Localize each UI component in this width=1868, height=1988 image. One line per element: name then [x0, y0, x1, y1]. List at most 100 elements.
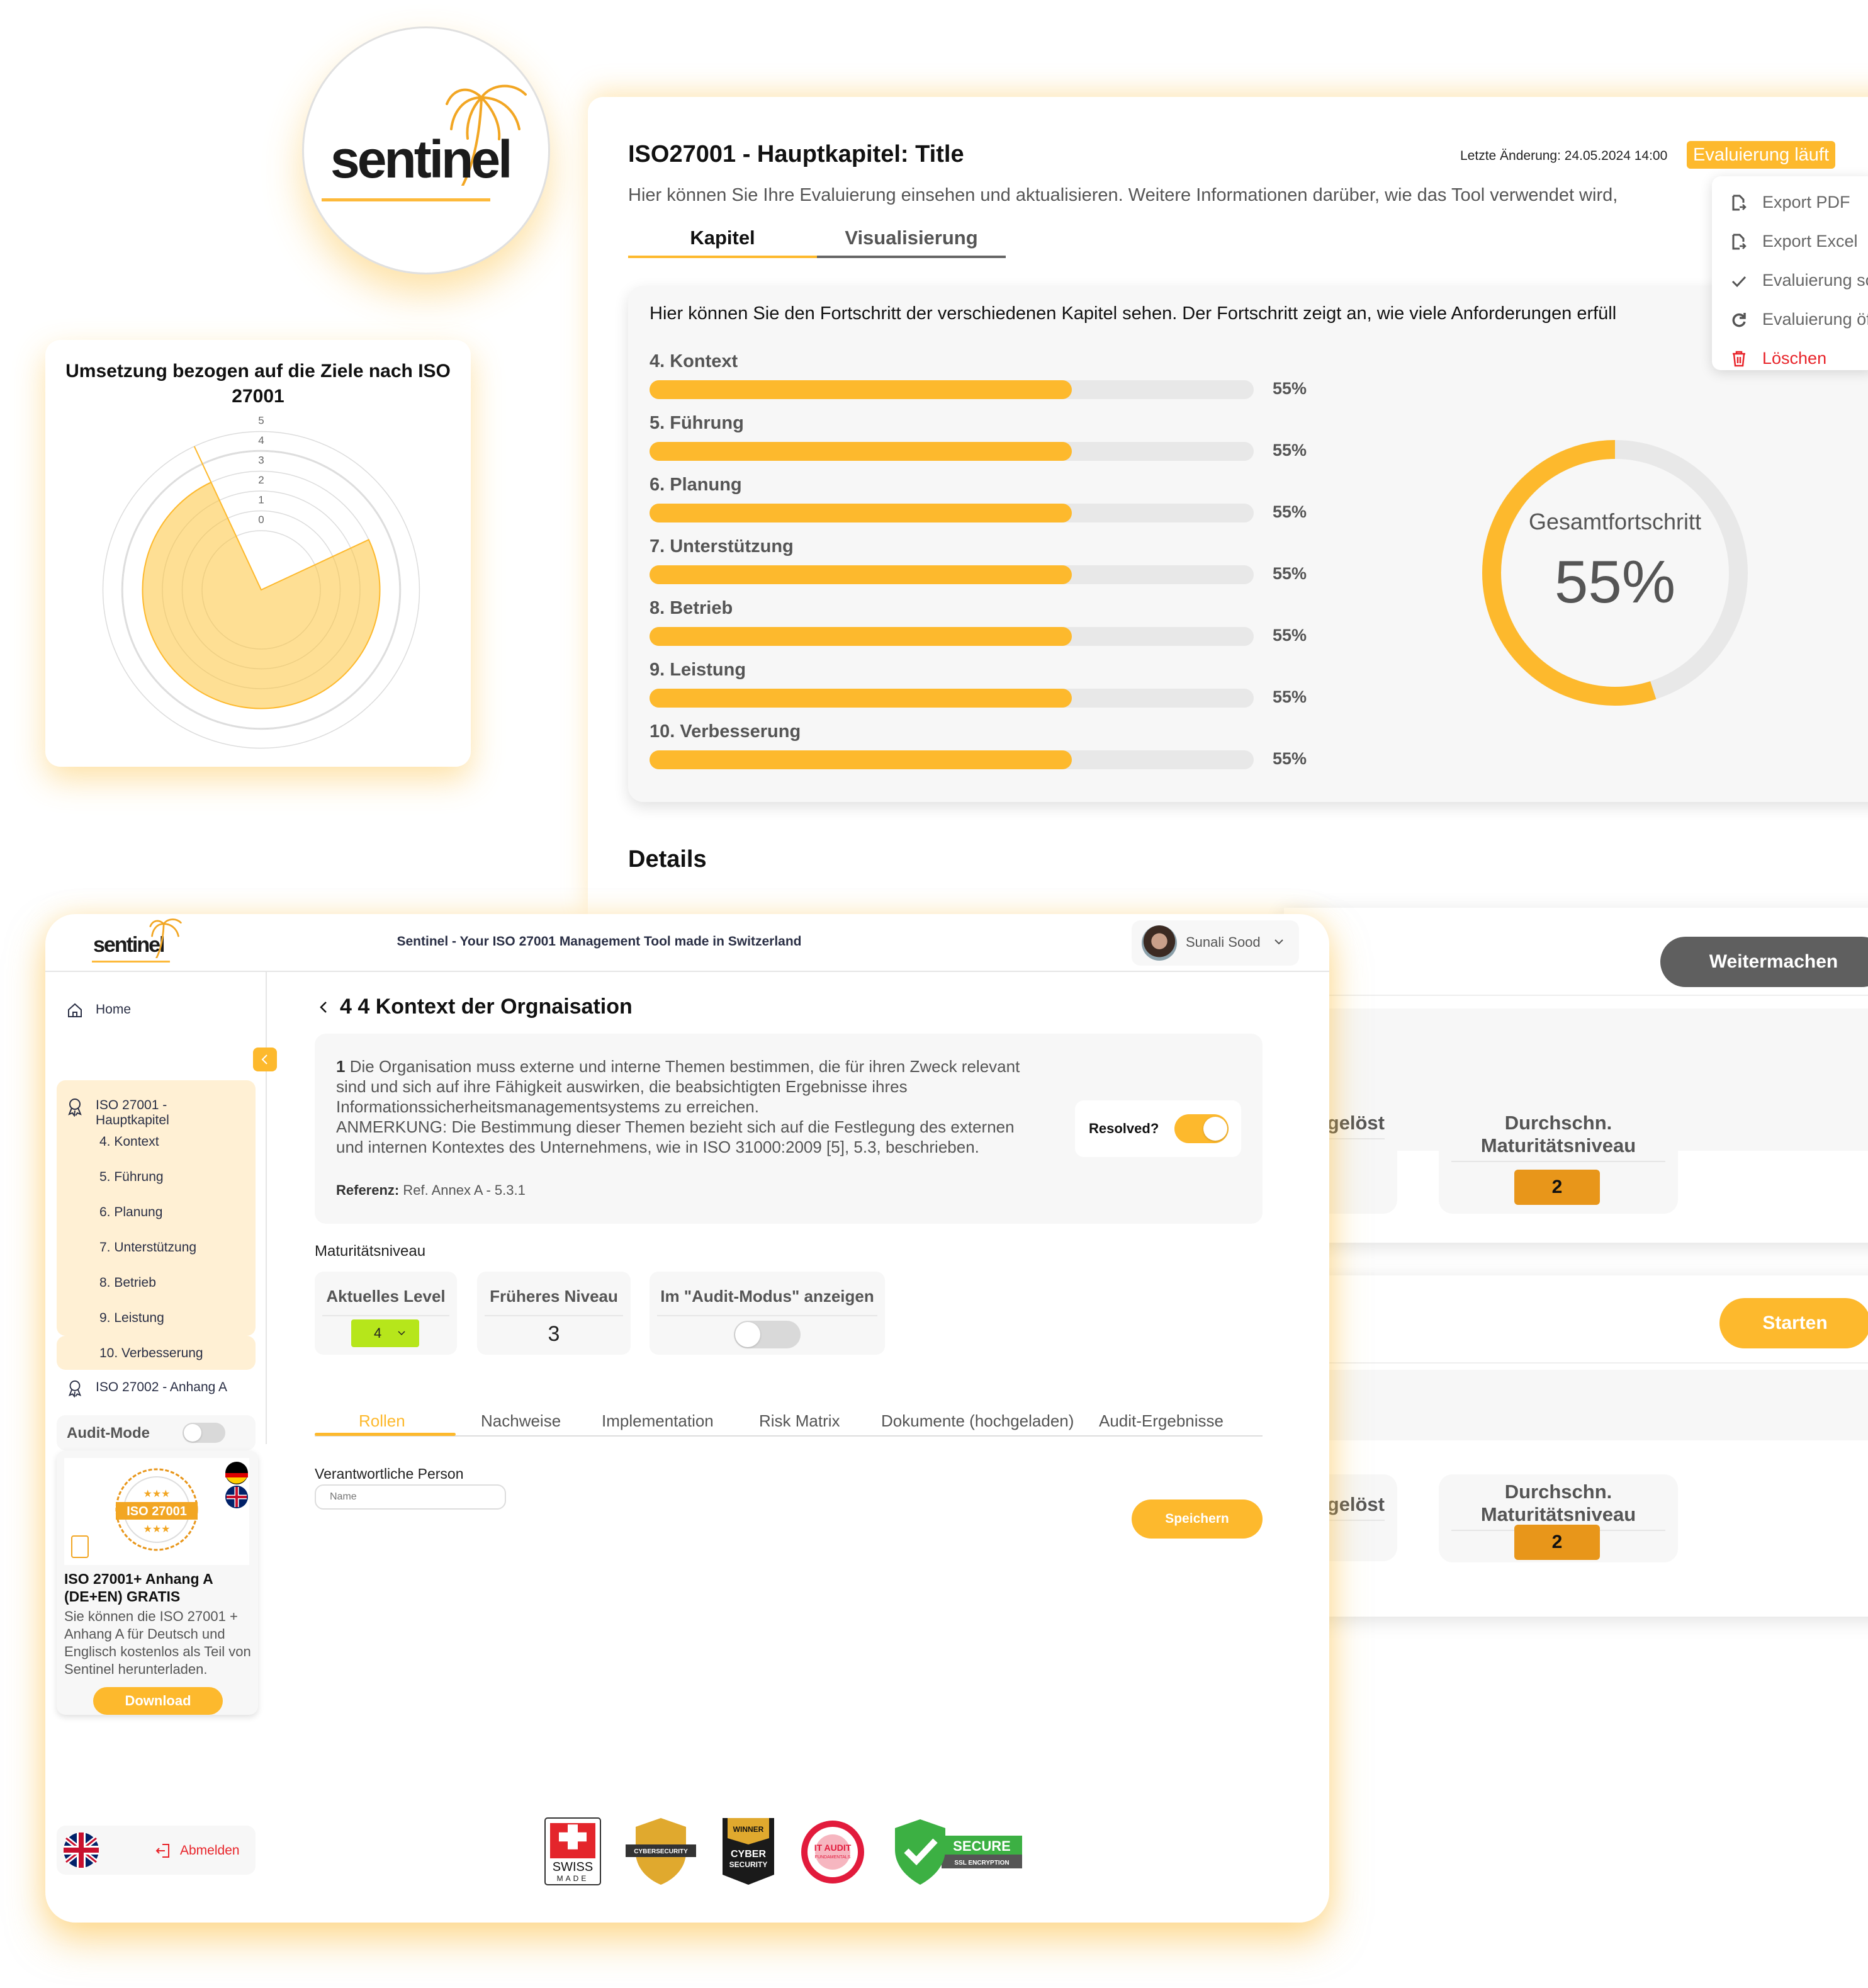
seal-text: ISO 27001	[127, 1505, 187, 1518]
audit-show-card: Im "Audit-Modus" anzeigen	[650, 1272, 885, 1355]
overall-progress-value: 55%	[1554, 548, 1676, 616]
responsible-person-label: Verantwortliche Person	[315, 1466, 464, 1482]
sidebar-subitem[interactable]: 5. Führung	[99, 1170, 164, 1185]
menu-item-label: Evaluierung sc	[1762, 271, 1868, 290]
evaluation-panel: ISO27001 - Hauptkapitel: Title Letzte Än…	[588, 97, 1868, 915]
svg-text:MADE: MADE	[557, 1874, 589, 1883]
user-menu[interactable]: Sunali Sood	[1132, 920, 1299, 966]
responsible-person-input[interactable]	[315, 1484, 506, 1510]
chapter-progress-row[interactable]: 10. Verbesserung 55%	[650, 721, 1310, 769]
progress-intro-text: Hier können Sie den Fortschritt der vers…	[650, 303, 1617, 324]
logout-button[interactable]: Abmelden	[155, 1842, 240, 1860]
radar-tick-label: 0	[258, 514, 264, 526]
chapter-label: 5. Führung	[650, 413, 744, 433]
tab-visualisierung[interactable]: Visualisierung	[817, 223, 1006, 258]
stat-card-maturity: Durchschn. Maturitätsniveau 2	[1439, 1105, 1678, 1214]
progress-bar-track	[650, 504, 1254, 522]
resolved-toggle[interactable]	[1174, 1114, 1229, 1143]
progress-percent: 55%	[1273, 379, 1307, 398]
save-button[interactable]: Speichern	[1132, 1499, 1263, 1539]
home-icon	[68, 1003, 82, 1017]
progress-bar-fill	[650, 565, 1072, 584]
download-button[interactable]: Download	[93, 1687, 223, 1715]
progress-bar-fill	[650, 442, 1072, 461]
menu-item-label: Export Excel	[1762, 232, 1858, 251]
start-button[interactable]: Starten	[1719, 1298, 1868, 1348]
requirement-number: 1	[336, 1057, 346, 1076]
back-chevron-icon[interactable]	[317, 998, 330, 1016]
app-header: sentinel Sentinel - Your ISO 27001 Manag…	[45, 914, 1329, 972]
svg-text:WINNER: WINNER	[733, 1825, 764, 1834]
menu-item-delete[interactable]: Löschen	[1731, 349, 1826, 368]
progress-strip: %	[1284, 1370, 1868, 1440]
previous-level-title: Früheres Niveau	[485, 1287, 623, 1316]
uk-flag-icon[interactable]	[63, 1832, 99, 1868]
german-flag-icon	[227, 1477, 247, 1484]
svg-text:★★★: ★★★	[143, 1488, 170, 1499]
chevron-down-icon	[398, 1331, 405, 1336]
audit-show-title: Im "Audit-Modus" anzeigen	[657, 1287, 877, 1316]
svg-text:CYBERSECURITY: CYBERSECURITY	[634, 1848, 688, 1855]
menu-item-evaluation-reopen[interactable]: Evaluierung öf	[1731, 310, 1868, 329]
tab-kapitel[interactable]: Kapitel	[628, 223, 817, 258]
radar-chart: 0 1 2 3 4 5	[102, 415, 420, 749]
sidebar-subitem[interactable]: 10. Verbesserung	[99, 1346, 203, 1361]
tab-audit-ergebnisse[interactable]: Audit-Ergebnisse	[1099, 1411, 1224, 1431]
radar-tick-label: 1	[258, 494, 264, 506]
status-badge[interactable]: Evaluierung läuft	[1687, 141, 1836, 169]
chapter-progress-row[interactable]: 8. Betrieb 55%	[650, 598, 1310, 646]
sidebar-item-home[interactable]: Home	[67, 1002, 131, 1019]
current-level-select[interactable]: 4	[351, 1319, 419, 1347]
chevron-left-icon	[261, 1054, 267, 1065]
audit-mode-toggle[interactable]	[183, 1423, 225, 1443]
requirement-text: 1 Die Organisation muss externe und inte…	[336, 1056, 1028, 1157]
tab-implementation[interactable]: Implementation	[602, 1411, 714, 1431]
resolved-box: Resolved?	[1075, 1100, 1241, 1157]
progress-percent: 55%	[1273, 441, 1307, 460]
reference-label: Referenz:	[336, 1182, 400, 1198]
tab-risk-matrix[interactable]: Risk Matrix	[759, 1411, 840, 1431]
sidebar-subitem[interactable]: 7. Unterstützung	[99, 1240, 196, 1255]
sidebar-item-label: ISO 27001 - Hauptkapitel	[96, 1098, 169, 1127]
radar-tick-label: 4	[258, 434, 264, 446]
refresh-icon	[1732, 312, 1746, 327]
active-tab-indicator	[315, 1433, 456, 1436]
sidebar-subitem[interactable]: 6. Planung	[99, 1205, 162, 1220]
sidebar-item-iso27001[interactable]: ISO 27001 - Hauptkapitel	[67, 1098, 193, 1128]
award-icon	[68, 1380, 82, 1398]
last-change-timestamp: Letzte Änderung: 24.05.2024 14:00	[1460, 149, 1668, 163]
ssl-secure-badge: SECURE SSL ENCRYPTION	[895, 1819, 1022, 1885]
pdf-icon	[71, 1535, 89, 1558]
radar-tick-label: 2	[258, 474, 264, 486]
menu-item-export-pdf[interactable]: Export PDF	[1731, 193, 1850, 212]
continue-button[interactable]: Weitermachen	[1660, 937, 1868, 987]
chapter-progress-row[interactable]: 6. Planung 55%	[650, 475, 1310, 522]
cyber-security-winner-badge: WINNER CYBER SECURITY	[723, 1818, 774, 1885]
tab-nachweise[interactable]: Nachweise	[481, 1411, 561, 1431]
maturity-badge: 2	[1514, 1525, 1600, 1560]
progress-bar-fill	[650, 627, 1072, 646]
svg-text:SWISS: SWISS	[553, 1860, 593, 1874]
progress-percent: 55%	[1273, 502, 1307, 521]
menu-item-evaluation-close[interactable]: Evaluierung sc	[1731, 271, 1868, 290]
details-heading: Details	[628, 846, 707, 873]
chapter-progress-row[interactable]: 5. Führung 55%	[650, 413, 1310, 461]
chapter-label: 8. Betrieb	[650, 598, 733, 618]
sidebar-subitem[interactable]: 8. Betrieb	[99, 1275, 156, 1291]
app-window: sentinel Sentinel - Your ISO 27001 Manag…	[45, 914, 1329, 1923]
chapter-progress-row[interactable]: 9. Leistung 55%	[650, 660, 1310, 708]
sidebar-subitem[interactable]: 4. Kontext	[99, 1134, 159, 1149]
audit-show-toggle[interactable]	[734, 1321, 801, 1348]
logo-underline	[322, 198, 490, 201]
tab-rollen[interactable]: Rollen	[359, 1411, 405, 1431]
menu-item-export-excel[interactable]: Export Excel	[1731, 232, 1858, 251]
chapter-label: 6. Planung	[650, 475, 742, 495]
chevron-down-icon	[1274, 939, 1283, 945]
tab-dokumente[interactable]: Dokumente (hochgeladen)	[881, 1411, 1074, 1431]
sidebar-item-iso27002[interactable]: ISO 27002 - Anhang A	[67, 1380, 227, 1398]
sidebar-collapse-button[interactable]	[253, 1048, 277, 1071]
sidebar-subitem[interactable]: 9. Leistung	[99, 1311, 164, 1326]
progress-percent: 55%	[1273, 626, 1307, 645]
chapter-progress-row[interactable]: 4. Kontext 55%	[650, 351, 1310, 399]
chapter-progress-row[interactable]: 7. Unterstützung 55%	[650, 536, 1310, 584]
